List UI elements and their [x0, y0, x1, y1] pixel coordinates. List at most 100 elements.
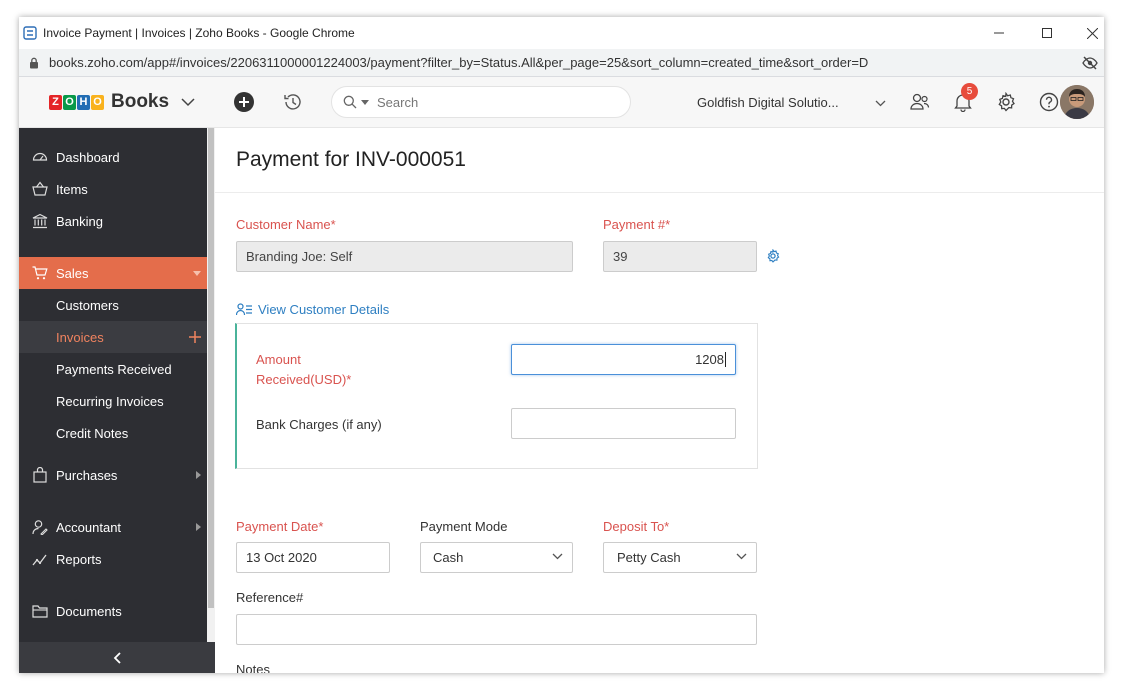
reference-label: Reference# [236, 590, 304, 605]
maximize-button[interactable] [1024, 17, 1070, 49]
quick-create-button[interactable] [231, 89, 257, 115]
zoho-logo-letter: O [91, 94, 104, 110]
scrollbar-thumb[interactable] [208, 128, 214, 608]
cart-icon [31, 264, 49, 282]
window-title: Invoice Payment | Invoices | Zoho Books … [43, 26, 355, 40]
search-bar[interactable]: Search [331, 86, 631, 118]
notification-badge: 5 [961, 83, 978, 100]
amount-received-value: 1208 [695, 352, 724, 367]
plus-circle-icon [234, 92, 254, 112]
sidebar-item-purchases[interactable]: Purchases [19, 459, 207, 491]
sidebar-item-sales[interactable]: Sales [19, 257, 207, 289]
sidebar-item-reports[interactable]: Reports [19, 543, 207, 575]
help-button[interactable] [1036, 89, 1062, 115]
payment-date-label: Payment Date* [236, 519, 324, 534]
basket-icon [31, 180, 49, 198]
sidebar-item-invoices[interactable]: Invoices [19, 321, 207, 353]
view-customer-details-link[interactable]: View Customer Details [236, 302, 389, 317]
zoho-logo-letter: Z [49, 94, 62, 110]
sidebar-item-banking[interactable]: Banking [19, 205, 207, 237]
main-content: Payment for INV-000051 Customer Name* Br… [215, 128, 1104, 673]
app-header: Search Goldfish Digital Solutio... 5 [215, 77, 1104, 128]
sidebar-item-label: Reports [56, 551, 102, 567]
customer-details-icon [236, 303, 252, 316]
sidebar-item-credit-notes[interactable]: Credit Notes [19, 417, 207, 449]
sidebar-item-label: Credit Notes [56, 425, 129, 441]
user-avatar[interactable] [1060, 85, 1094, 119]
sidebar-item-label: Customers [56, 297, 119, 313]
text-caret [725, 352, 726, 367]
deposit-to-select[interactable]: Petty Cash [603, 542, 757, 573]
users-button[interactable] [907, 89, 933, 115]
sidebar-item-label: Recurring Invoices [56, 393, 164, 409]
sidebar-item-label: Accountant [56, 519, 122, 535]
caret-right-icon [196, 471, 201, 479]
deposit-to-value: Petty Cash [617, 550, 681, 565]
caret-right-icon [196, 523, 201, 531]
sidebar-item-customers[interactable]: Customers [19, 289, 207, 321]
tracking-blocked-eye-icon[interactable] [1082, 55, 1098, 71]
zoho-logo-letter: H [77, 94, 90, 110]
bank-charges-input[interactable] [511, 408, 736, 439]
search-input[interactable]: Search [377, 95, 418, 110]
chevron-down-icon[interactable] [875, 100, 886, 107]
reports-icon [31, 550, 49, 568]
folder-icon [31, 602, 49, 620]
divider [215, 192, 1104, 193]
zoho-logo: Z O H O [49, 94, 105, 110]
sidebar-item-accountant[interactable]: Accountant [19, 511, 207, 543]
sidebar-item-recurring-invoices[interactable]: Recurring Invoices [19, 385, 207, 417]
caret-down-icon [193, 271, 201, 276]
amount-received-input[interactable]: 1208 [511, 344, 736, 375]
payment-mode-select[interactable]: Cash [420, 542, 573, 573]
collapse-sidebar-button[interactable] [19, 642, 215, 673]
url-text[interactable]: books.zoho.com/app#/invoices/22063110000… [49, 55, 868, 70]
chevron-down-icon [736, 553, 747, 560]
sidebar-item-label: Sales [56, 265, 89, 281]
sidebar: Dashboard Items Banking Sales Customers … [19, 128, 207, 673]
sidebar-item-label: Items [56, 181, 88, 197]
plus-icon[interactable] [189, 331, 201, 343]
sidebar-item-documents[interactable]: Documents [19, 595, 207, 627]
sidebar-item-payments-received[interactable]: Payments Received [19, 353, 207, 385]
minimize-icon [994, 32, 1004, 34]
amount-received-label-line1: Amount [256, 352, 301, 367]
recent-history-button[interactable] [280, 89, 306, 115]
settings-button[interactable] [993, 89, 1019, 115]
payment-mode-label: Payment Mode [420, 519, 508, 534]
search-icon [343, 95, 357, 109]
sidebar-item-label: Documents [56, 603, 122, 619]
minimize-button[interactable] [976, 17, 1022, 49]
sidebar-item-label: Invoices [56, 329, 104, 345]
close-button[interactable] [1069, 17, 1104, 49]
customer-name-label: Customer Name* [236, 217, 336, 232]
zoho-logo-letter: O [63, 94, 76, 110]
history-icon [284, 94, 301, 110]
notes-label: Notes [236, 662, 270, 673]
sidebar-item-dashboard[interactable]: Dashboard [19, 141, 207, 173]
amount-section: Amount Received(USD)* 1208 Bank Charges … [235, 323, 758, 469]
reference-input[interactable] [236, 614, 757, 645]
payment-number-label: Payment #* [603, 217, 671, 232]
avatar-image [1060, 85, 1094, 119]
help-icon [1039, 92, 1059, 112]
page-title: Payment for INV-000051 [236, 148, 466, 171]
payment-date-input[interactable]: 13 Oct 2020 [236, 542, 390, 573]
accountant-icon [31, 518, 49, 536]
caret-down-icon[interactable] [361, 99, 369, 105]
chevron-down-icon [181, 97, 195, 106]
bank-icon [31, 212, 49, 230]
address-bar[interactable]: books.zoho.com/app#/invoices/22063110000… [19, 49, 1104, 77]
sidebar-scrollbar[interactable] [207, 128, 215, 673]
close-icon [1086, 27, 1098, 39]
payment-mode-value: Cash [433, 550, 464, 565]
zoho-books-app-icon [23, 26, 37, 40]
organization-switcher[interactable]: Goldfish Digital Solutio... [697, 95, 839, 110]
product-switcher[interactable]: Z O H O Books [19, 77, 215, 128]
payment-number-settings-icon[interactable] [766, 249, 780, 263]
bank-charges-label: Bank Charges (if any) [256, 417, 382, 432]
sidebar-item-items[interactable]: Items [19, 173, 207, 205]
dashboard-icon [31, 148, 49, 166]
gear-icon [998, 92, 1015, 112]
amount-received-label-line2: Received(USD)* [256, 372, 352, 387]
